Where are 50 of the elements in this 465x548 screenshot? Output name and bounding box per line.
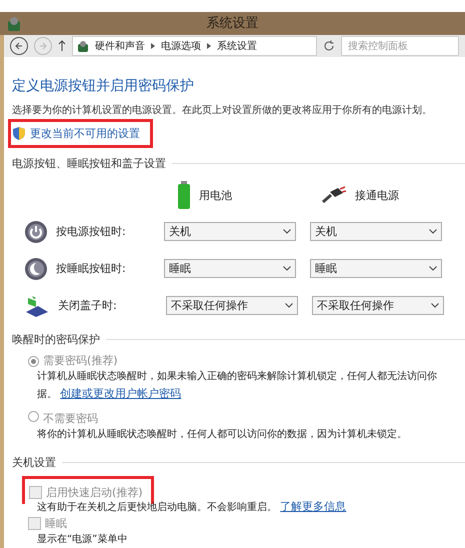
power-icon [24,220,48,244]
checkbox[interactable] [29,486,42,500]
dropdown[interactable]: 关机 [164,222,296,241]
search-field[interactable]: 搜索控制面板 [341,36,459,56]
dropdown[interactable]: 睡眠 [164,259,296,278]
shield-icon [13,127,25,140]
column-label: 用电池 [199,188,232,202]
back-arrow-icon [15,42,23,50]
dropdown[interactable]: 关机 [310,222,442,241]
option-label: 启用快速启动(推荐) [46,486,143,499]
section-title: 关机设置 [12,455,56,470]
setting-label: 按电源按钮时: [55,224,127,239]
section-title: 电源按钮、睡眠按钮和盖子设置 [12,156,166,171]
option-label: 不需要密码 [43,412,98,425]
plug-icon [321,186,347,204]
option-description: 这有助于在关机之后更快地启动电脑。不会影响重启。 [37,502,277,513]
radio-button[interactable] [28,411,39,422]
dropdown[interactable]: 睡眠 [310,259,442,278]
change-settings-link[interactable]: 更改当前不可用的设置 [30,126,140,141]
dropdown[interactable]: 不采取任何操作 [312,296,444,315]
option-description: 将你的计算机从睡眠状态唤醒时，任何人都可以访问你的数据，因为计算机未锁定。 [37,429,407,440]
page-description: 选择要为你的计算机设置的电源设置。在此页上对设置所做的更改将应用于你所有的电源计划。 [12,104,433,117]
moon-icon [24,256,48,280]
section-title: 唤醒时的密码保护 [12,332,100,347]
chevron-icon [151,43,155,50]
radio-button[interactable] [28,356,39,367]
window-title: 系统设置 [206,16,260,32]
address-bar[interactable]: 硬件和声音 电源选项 系统设置 [72,36,317,56]
column-label: 接通电源 [355,188,399,202]
checkbox[interactable] [28,517,41,530]
setting-label: 按睡眠按钮时: [55,261,127,276]
breadcrumb-item[interactable]: 硬件和声音 [95,39,145,54]
password-link[interactable]: 创建或更改用户帐户密码 [60,387,182,400]
setting-label: 关闭盖子时: [57,298,118,313]
breadcrumb-item[interactable]: 系统设置 [217,39,257,54]
option-description: 计算机从睡眠状态唤醒时，如果未输入正确的密码来解除计算机锁定，任何人都无法访问你 [37,371,437,382]
option-description: 据。 [37,389,57,400]
dropdown[interactable]: 不采取任何操作 [166,296,298,315]
breadcrumb-item[interactable]: 电源选项 [161,39,201,54]
option-label: 需要密码(推荐) [43,354,118,367]
battery-icon [177,181,191,209]
up-arrow-icon[interactable] [58,40,66,52]
learn-more-link[interactable]: 了解更多信息 [280,500,346,513]
forward-arrow-icon [39,42,47,50]
back-button[interactable] [10,37,28,56]
chevron-icon [207,43,211,50]
page-heading: 定义电源按钮并启用密码保护 [12,77,195,95]
option-description: 显示在“电源”菜单中 [37,534,128,545]
option-label: 睡眠 [45,517,67,530]
refresh-icon[interactable] [323,40,335,52]
